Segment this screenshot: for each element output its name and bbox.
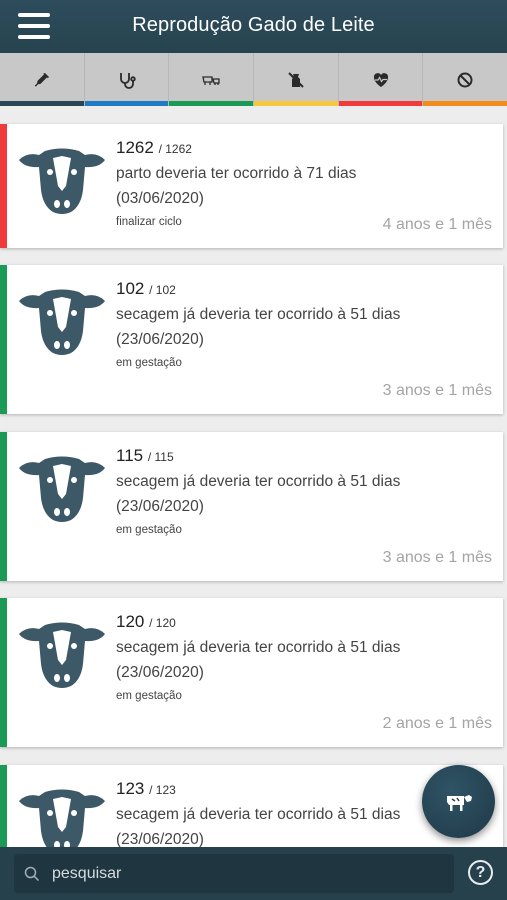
cow-head-icon xyxy=(19,789,105,847)
animal-status: em gestação xyxy=(116,524,182,536)
cow-head-icon xyxy=(19,456,105,522)
animal-alert: secagem já deveria ter ocorrido à 51 dia… xyxy=(116,473,401,515)
stethoscope-icon xyxy=(119,72,136,89)
bottom-bar: ? xyxy=(0,847,507,900)
animal-alert: parto deveria ter ocorrido à 71 dias (03… xyxy=(116,165,357,207)
tab-discard[interactable] xyxy=(423,53,507,106)
status-accent xyxy=(0,765,7,847)
help-icon[interactable]: ? xyxy=(468,860,493,885)
animal-id: 1262 / 1262 xyxy=(116,138,192,157)
search-icon xyxy=(24,866,40,881)
animal-sub-id: / 1262 xyxy=(158,142,192,156)
animal-status: em gestação xyxy=(116,357,182,369)
animal-id: 115 / 115 xyxy=(116,446,174,465)
animal-alert: secagem já deveria ter ocorrido à 51 dia… xyxy=(116,639,401,681)
syringe-icon xyxy=(34,72,49,87)
filter-tabs xyxy=(0,53,507,106)
animal-sub-id: / 102 xyxy=(149,283,176,297)
status-accent xyxy=(0,124,7,248)
animal-alert: secagem já deveria ter ocorrido à 51 dia… xyxy=(116,306,401,348)
no-milk-icon xyxy=(288,71,304,88)
tab-drying[interactable] xyxy=(254,53,339,106)
status-accent xyxy=(0,598,7,747)
search-input[interactable] xyxy=(52,864,432,883)
animal-status: em gestação xyxy=(116,690,182,702)
animal-age: 3 anos e 1 mês xyxy=(382,382,492,399)
add-cow-icon xyxy=(446,794,472,811)
status-accent xyxy=(0,432,7,581)
animal-sub-id: / 123 xyxy=(149,783,176,797)
animal-list: 1262 / 1262 parto deveria ter ocorrido à… xyxy=(0,106,507,847)
animal-age: 3 anos e 1 mês xyxy=(382,549,492,566)
page-title: Reprodução Gado de Leite xyxy=(132,14,375,36)
add-cow-button[interactable] xyxy=(422,765,495,838)
cow-head-icon xyxy=(19,148,105,214)
cancel-icon xyxy=(457,72,473,87)
heartbeat-icon xyxy=(373,72,388,87)
tab-vaccination[interactable] xyxy=(0,53,85,106)
animal-card[interactable]: 102 / 102 secagem já deveria ter ocorrid… xyxy=(0,265,503,414)
cow-head-icon xyxy=(19,622,105,688)
animal-age: 4 anos e 1 mês xyxy=(382,216,492,233)
search-box xyxy=(14,854,454,893)
status-accent xyxy=(0,265,7,414)
cow-head-icon xyxy=(19,289,105,355)
tab-calves[interactable] xyxy=(169,53,255,106)
tab-reproduction[interactable] xyxy=(338,53,424,106)
animal-id: 102 / 102 xyxy=(116,279,176,298)
animal-id: 120 / 120 xyxy=(116,612,176,631)
animal-card[interactable]: 115 / 115 secagem já deveria ter ocorrid… xyxy=(0,432,503,581)
tab-health[interactable] xyxy=(84,53,170,106)
animal-sub-id: / 120 xyxy=(149,616,176,630)
animal-age: 2 anos e 1 mês xyxy=(382,715,492,732)
animal-card[interactable]: 120 / 120 secagem já deveria ter ocorrid… xyxy=(0,598,503,747)
app-header: Reprodução Gado de Leite xyxy=(0,0,507,53)
cow-family-icon xyxy=(202,75,220,85)
animal-card[interactable]: 1262 / 1262 parto deveria ter ocorrido à… xyxy=(0,124,503,248)
animal-sub-id: / 115 xyxy=(147,450,174,464)
